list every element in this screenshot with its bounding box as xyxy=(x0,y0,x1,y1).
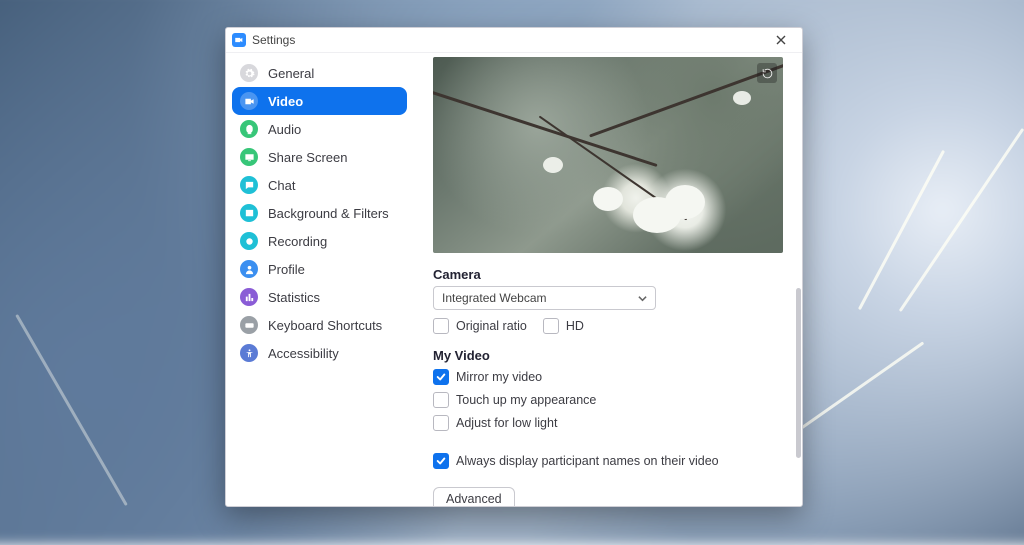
app-icon xyxy=(232,33,246,47)
mirror-label: Mirror my video xyxy=(456,370,542,384)
share-icon xyxy=(240,148,258,166)
sidebar-item-label: Accessibility xyxy=(268,346,339,361)
sidebar-item-background-filters[interactable]: Background & Filters xyxy=(232,199,407,227)
advanced-button[interactable]: Advanced xyxy=(433,487,515,506)
hd-label: HD xyxy=(566,319,584,333)
close-button[interactable] xyxy=(766,29,796,51)
settings-sidebar: General Video Audio Share Screen Chat Backgro… xyxy=(226,53,415,506)
sidebar-item-general[interactable]: General xyxy=(232,59,407,87)
original-ratio-checkbox[interactable]: Original ratio xyxy=(433,318,527,334)
sidebar-item-label: General xyxy=(268,66,314,81)
keyboard-icon xyxy=(240,316,258,334)
video-icon xyxy=(240,92,258,110)
sidebar-item-share-screen[interactable]: Share Screen xyxy=(232,143,407,171)
display-names-label: Always display participant names on thei… xyxy=(456,454,719,468)
sidebar-item-label: Audio xyxy=(268,122,301,137)
touch-up-checkbox[interactable]: Touch up my appearance xyxy=(433,392,784,408)
settings-content: Camera Integrated Webcam Original ratio … xyxy=(415,53,802,506)
a11y-icon xyxy=(240,344,258,362)
gear-icon xyxy=(240,64,258,82)
sidebar-item-label: Share Screen xyxy=(268,150,348,165)
settings-window: Settings General Video Audio Share Screen Ch… xyxy=(225,27,803,507)
hd-checkbox[interactable]: HD xyxy=(543,318,584,334)
filters-icon xyxy=(240,204,258,222)
mirror-my-video-checkbox[interactable]: Mirror my video xyxy=(433,369,784,385)
record-icon xyxy=(240,232,258,250)
sidebar-item-accessibility[interactable]: Accessibility xyxy=(232,339,407,367)
audio-icon xyxy=(240,120,258,138)
chat-icon xyxy=(240,176,258,194)
sidebar-item-label: Profile xyxy=(268,262,305,277)
sidebar-item-label: Video xyxy=(268,94,303,109)
camera-select[interactable]: Integrated Webcam xyxy=(433,286,656,310)
camera-heading: Camera xyxy=(433,267,784,282)
sidebar-item-recording[interactable]: Recording xyxy=(232,227,407,255)
low-light-checkbox[interactable]: Adjust for low light xyxy=(433,415,784,431)
sidebar-item-chat[interactable]: Chat xyxy=(232,171,407,199)
sidebar-item-label: Background & Filters xyxy=(268,206,389,221)
sidebar-item-profile[interactable]: Profile xyxy=(232,255,407,283)
camera-select-value: Integrated Webcam xyxy=(442,291,547,305)
sidebar-item-audio[interactable]: Audio xyxy=(232,115,407,143)
sidebar-item-label: Recording xyxy=(268,234,327,249)
my-video-heading: My Video xyxy=(433,348,784,363)
sidebar-item-label: Chat xyxy=(268,178,295,193)
original-ratio-label: Original ratio xyxy=(456,319,527,333)
window-title: Settings xyxy=(252,33,295,47)
chevron-down-icon xyxy=(638,294,647,303)
titlebar: Settings xyxy=(226,28,802,53)
rotate-preview-button[interactable] xyxy=(757,63,777,83)
sidebar-item-label: Keyboard Shortcuts xyxy=(268,318,382,333)
low-light-label: Adjust for low light xyxy=(456,416,557,430)
touch-up-label: Touch up my appearance xyxy=(456,393,596,407)
sidebar-item-label: Statistics xyxy=(268,290,320,305)
sidebar-item-keyboard-shortcuts[interactable]: Keyboard Shortcuts xyxy=(232,311,407,339)
stats-icon xyxy=(240,288,258,306)
display-names-checkbox[interactable]: Always display participant names on thei… xyxy=(433,453,784,469)
scrollbar-thumb[interactable] xyxy=(796,288,801,458)
sidebar-item-statistics[interactable]: Statistics xyxy=(232,283,407,311)
sidebar-item-video[interactable]: Video xyxy=(232,87,407,115)
video-preview xyxy=(433,57,783,253)
profile-icon xyxy=(240,260,258,278)
